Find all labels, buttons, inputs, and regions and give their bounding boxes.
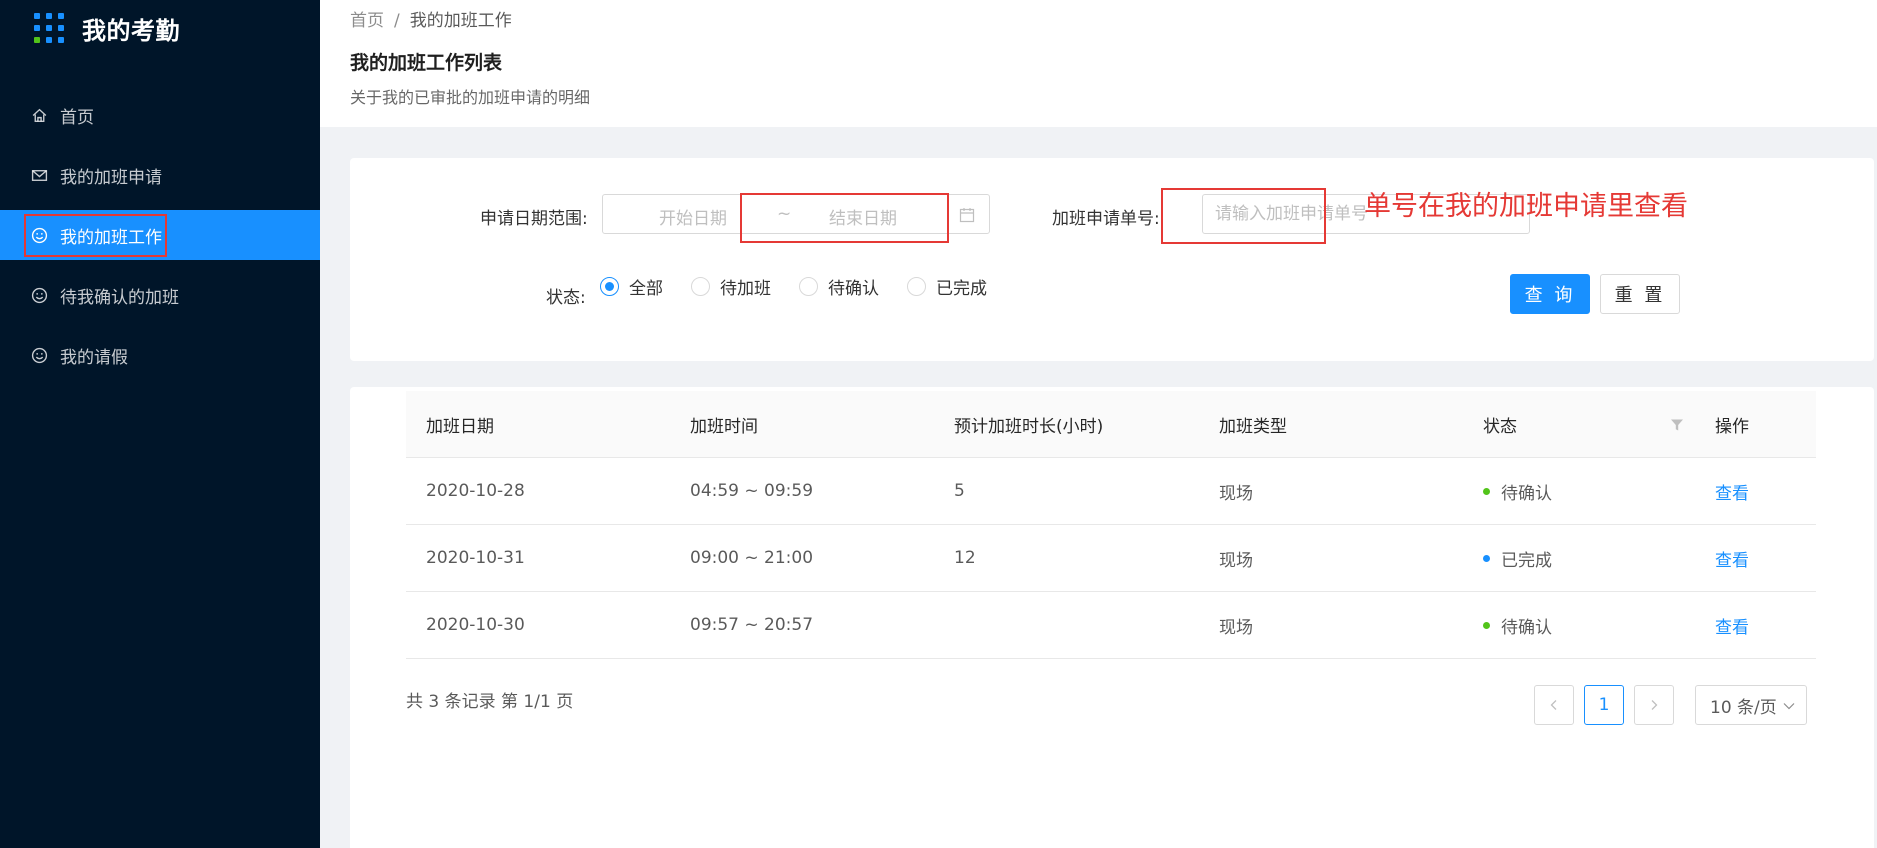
annotation-highlight-box [740,193,949,243]
home-icon [30,106,48,124]
table-header-row: 加班日期 加班时间 预计加班时长(小时) 加班类型 状态 操作 [406,391,1816,458]
sidebar-item-label: 待我确认的加班 [60,287,179,308]
status-dot-icon [1483,554,1490,562]
cell-date: 2020-10-28 [426,481,525,501]
start-date-placeholder[interactable]: 开始日期 [659,204,727,229]
grid-logo-icon [34,13,64,43]
sidebar-item-home[interactable]: 首页 [0,90,320,140]
sidebar-item-pending-confirm[interactable]: 待我确认的加班 [0,270,320,320]
status-radio-pending-overtime[interactable]: 待加班 [691,274,771,299]
annotation-highlight-box [1161,188,1326,244]
page-description: 关于我的已审批的加班申请的明细 [350,88,591,107]
status-text: 已完成 [1501,550,1552,571]
sidebar: 我的考勤 首页 我的加班申请 我的加班工作 待我确认的加班 我的请假 [0,0,320,848]
mail-icon [30,166,48,184]
column-header-date: 加班日期 [426,416,494,437]
radio-label: 全部 [629,279,663,299]
overtime-table: 加班日期 加班时间 预计加班时长(小时) 加班类型 状态 操作 2020-10-… [406,391,1816,659]
sidebar-item-my-overtime-work[interactable]: 我的加班工作 [0,210,320,260]
radio-label: 已完成 [936,279,987,299]
cell-status: 待确认 [1483,613,1552,638]
page-title: 我的加班工作列表 [350,52,503,74]
cell-hours: 5 [954,481,965,501]
breadcrumb-home-link[interactable]: 首页 [350,11,384,31]
column-header-hours: 预计加班时长(小时) [954,416,1104,437]
pagination-summary: 共 3 条记录 第 1/1 页 [406,692,574,712]
date-range-label: 申请日期范围: [480,209,588,229]
cell-type: 现场 [1219,483,1253,504]
status-dot-icon [1483,621,1490,629]
chevron-down-icon [1782,698,1796,712]
radio-icon[interactable] [907,277,926,296]
status-radio-all[interactable]: 全部 [600,274,663,299]
app-logo[interactable]: 我的考勤 [34,10,180,46]
smile-icon [30,286,48,304]
cell-time: 04:59 ~ 09:59 [690,481,814,501]
cell-type: 现场 [1219,550,1253,571]
page-size-value: 10 条/页 [1710,697,1777,718]
column-header-type: 加班类型 [1219,416,1287,437]
cell-type: 现场 [1219,617,1253,638]
annotation-highlight-box [24,214,167,257]
apply-number-label: 加班申请单号: [1052,209,1160,229]
breadcrumb: 首页 / 我的加班工作 [350,6,512,31]
view-link[interactable]: 查看 [1715,479,1749,504]
page-header: 首页 / 我的加班工作 我的加班工作列表 关于我的已审批的加班申请的明细 [320,0,1877,127]
cell-status: 已完成 [1483,546,1552,571]
chevron-right-icon [1651,700,1658,710]
column-header-time: 加班时间 [690,416,758,437]
cell-time: 09:57 ~ 20:57 [690,615,814,635]
cell-time: 09:00 ~ 21:00 [690,548,814,568]
column-header-status: 状态 [1483,416,1517,437]
status-text: 待确认 [1501,483,1552,504]
app-title: 我的考勤 [82,16,180,45]
radio-label: 待加班 [720,279,771,299]
breadcrumb-separator: / [394,11,400,31]
pagination-page-1[interactable]: 1 [1584,685,1624,725]
status-radio-group: 全部 待加班 待确认 已完成 [600,274,1015,299]
radio-icon[interactable] [799,277,818,296]
query-button[interactable]: 查 询 [1510,274,1590,314]
filter-icon[interactable] [1670,417,1684,431]
annotation-note: 单号在我的加班申请里查看 [1364,191,1688,222]
page-size-select[interactable]: 10 条/页 [1695,685,1807,725]
main-content: 首页 / 我的加班工作 我的加班工作列表 关于我的已审批的加班申请的明细 申请日期范… [320,0,1877,848]
reset-button[interactable]: 重 置 [1600,274,1680,314]
smile-icon [30,346,48,364]
radio-selected-icon[interactable] [600,277,619,296]
cell-date: 2020-10-31 [426,548,525,568]
cell-date: 2020-10-30 [426,615,525,635]
cell-status: 待确认 [1483,479,1552,504]
sidebar-item-label: 我的请假 [60,347,128,368]
table-row: 2020-10-28 04:59 ~ 09:59 5 现场 待确认 查看 [406,458,1816,525]
sidebar-menu: 首页 我的加班申请 我的加班工作 待我确认的加班 我的请假 [0,90,320,390]
pagination-next-button[interactable] [1634,685,1674,725]
column-header-action: 操作 [1715,416,1749,437]
pagination-prev-button[interactable] [1534,685,1574,725]
search-form-card: 申请日期范围: 开始日期 ~ 结束日期 加班申请单号: 单号在我的加班申请里查看… [350,158,1874,361]
status-dot-icon [1483,487,1490,495]
chevron-left-icon [1550,700,1557,710]
radio-label: 待确认 [828,279,879,299]
sidebar-item-label: 首页 [60,107,94,128]
table-row: 2020-10-31 09:00 ~ 21:00 12 现场 已完成 查看 [406,525,1816,592]
status-radio-pending-confirm[interactable]: 待确认 [799,274,879,299]
view-link[interactable]: 查看 [1715,546,1749,571]
sidebar-item-my-overtime-apply[interactable]: 我的加班申请 [0,150,320,200]
status-label: 状态: [546,288,586,308]
table-row: 2020-10-30 09:57 ~ 20:57 现场 待确认 查看 [406,592,1816,659]
breadcrumb-current: 我的加班工作 [409,11,512,31]
calendar-icon[interactable] [959,207,975,223]
sidebar-item-label: 我的加班申请 [60,167,162,188]
status-text: 待确认 [1501,617,1552,638]
cell-hours: 12 [954,548,976,568]
status-radio-completed[interactable]: 已完成 [907,274,987,299]
results-table-card: 加班日期 加班时间 预计加班时长(小时) 加班类型 状态 操作 2020-10-… [350,387,1874,848]
radio-icon[interactable] [691,277,710,296]
sidebar-item-my-leave[interactable]: 我的请假 [0,330,320,380]
view-link[interactable]: 查看 [1715,613,1749,638]
